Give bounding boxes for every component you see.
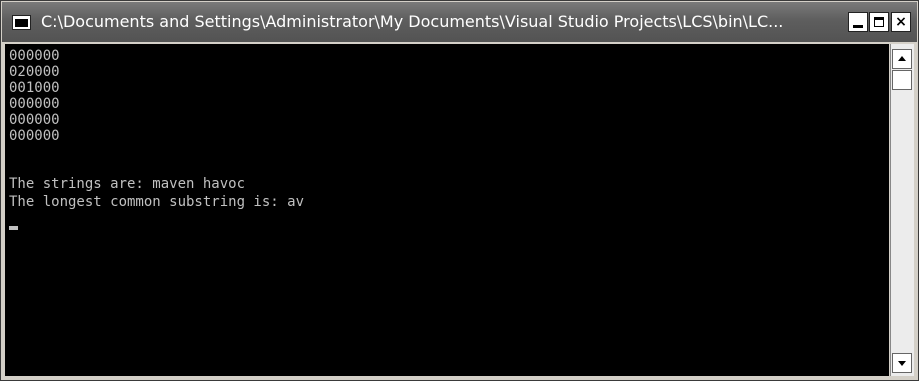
close-button[interactable]: × bbox=[891, 12, 911, 32]
console-window: C:\Documents and Settings\Administrator\… bbox=[0, 0, 919, 381]
window-title: C:\Documents and Settings\Administrator\… bbox=[41, 12, 784, 31]
text-cursor bbox=[9, 226, 18, 230]
close-icon: × bbox=[895, 14, 907, 30]
console-line: The longest common substring is: av bbox=[9, 194, 305, 210]
console-line: 020000 bbox=[9, 64, 60, 80]
console-line: 000000 bbox=[9, 96, 60, 112]
maximize-button[interactable] bbox=[869, 12, 889, 32]
console-output[interactable]: 000000 020000 001000 000000 000000 00000… bbox=[5, 44, 889, 376]
arrow-up-icon bbox=[898, 56, 906, 61]
console-line: 000000 bbox=[9, 128, 60, 144]
scrollbar-thumb[interactable] bbox=[892, 70, 912, 90]
console-line: The strings are: maven havoc bbox=[9, 176, 246, 192]
title-bar[interactable]: C:\Documents and Settings\Administrator\… bbox=[2, 2, 917, 42]
console-line: 000000 bbox=[9, 112, 60, 128]
vertical-scrollbar[interactable] bbox=[890, 44, 914, 376]
scroll-down-button[interactable] bbox=[892, 353, 912, 373]
console-line: 000000 bbox=[9, 48, 60, 64]
maximize-icon bbox=[874, 17, 884, 27]
console-window-icon[interactable] bbox=[12, 15, 31, 30]
console-line: 001000 bbox=[9, 80, 60, 96]
scroll-up-button[interactable] bbox=[892, 49, 912, 69]
arrow-down-icon bbox=[898, 361, 906, 366]
minimize-button[interactable] bbox=[848, 12, 868, 32]
console-window-icon-screen bbox=[15, 19, 28, 27]
minimize-icon bbox=[853, 25, 863, 28]
